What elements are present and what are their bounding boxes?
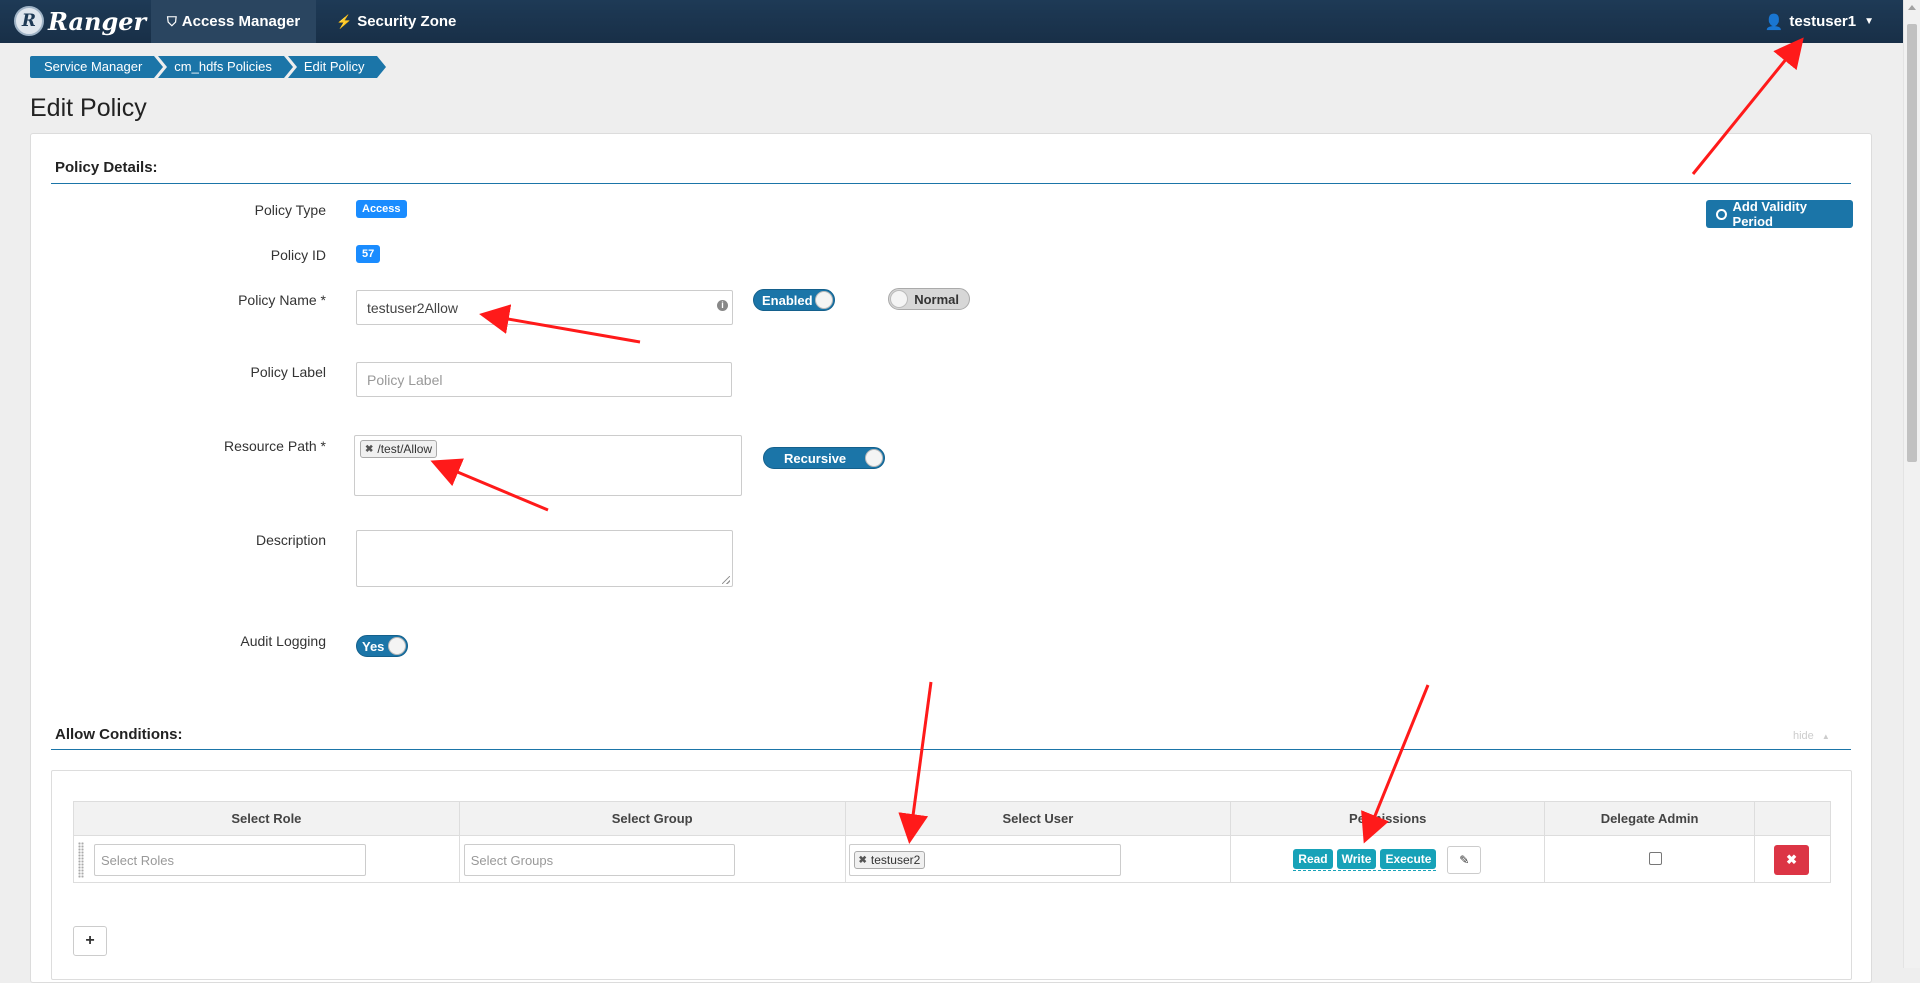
enabled-toggle[interactable]: Enabled (753, 289, 835, 311)
breadcrumb-edit-policy: Edit Policy (287, 56, 386, 78)
policy-type-label: Policy Type (254, 202, 326, 218)
delegate-admin-checkbox[interactable] (1649, 852, 1663, 865)
resource-path-label: Resource Path * (224, 438, 326, 454)
user-chip: ✖ testuser2 (853, 851, 926, 869)
description-textarea[interactable] (356, 530, 733, 587)
remove-chip-icon[interactable]: ✖ (859, 855, 867, 866)
policy-type-badge: Access (356, 200, 407, 218)
tab-security-zone-label: Security Zone (357, 13, 457, 30)
toggle-knob (388, 637, 406, 655)
ranger-logo-icon: R (14, 6, 44, 36)
toggle-knob (815, 291, 833, 309)
section-divider (51, 183, 1851, 184)
user-chip-label: testuser2 (870, 853, 921, 867)
chevron-down-icon: ▼ (1864, 16, 1874, 27)
close-icon: ✖ (1786, 852, 1797, 867)
allow-conditions-title: Allow Conditions: (55, 726, 183, 743)
policy-label-label: Policy Label (250, 364, 327, 380)
permission-write: Write (1336, 849, 1377, 869)
audit-logging-label: Audit Logging (240, 633, 326, 649)
resource-path-chip-label: /test/Allow (377, 442, 433, 456)
pencil-icon: ✎ (1459, 853, 1470, 867)
policy-name-value: testuser2Allow (367, 299, 459, 316)
table-header-row: Select Role Select Group Select User Per… (73, 801, 1831, 836)
column-header-select-user: Select User (844, 801, 1232, 836)
scrollbar-thumb[interactable] (1907, 24, 1917, 462)
policy-label-placeholder: Policy Label (367, 371, 443, 388)
recursive-toggle-label: Recursive (784, 450, 847, 466)
policy-id-label: Policy ID (270, 247, 326, 263)
recursive-toggle[interactable]: Recursive (763, 447, 885, 469)
user-icon: 👤 (1764, 13, 1784, 31)
add-validity-period-button[interactable]: Add Validity Period (1706, 199, 1853, 229)
audit-logging-toggle-label: Yes (362, 638, 385, 654)
breadcrumb-service-manager[interactable]: Service Manager (30, 56, 164, 78)
allow-conditions-table: Select Role Select Group Select User Per… (73, 801, 1831, 883)
cell-delegate-admin (1544, 835, 1756, 883)
scroll-up-icon[interactable] (1908, 5, 1916, 10)
policy-name-label: Policy Name * (238, 292, 326, 308)
plus-icon: + (85, 932, 95, 949)
enabled-toggle-label: Enabled (762, 292, 813, 308)
delete-row-button[interactable]: ✖ (1774, 845, 1810, 875)
edit-permissions-button[interactable]: ✎ (1447, 846, 1482, 874)
description-label: Description (255, 532, 326, 548)
policy-id-badge: 57 (356, 245, 381, 263)
select-roles-input[interactable]: Select Roles (94, 844, 366, 876)
cell-permissions: Read Write Execute ✎ (1230, 835, 1546, 883)
cell-select-user: ✖ testuser2 (844, 835, 1232, 883)
breadcrumb-cm-hdfs-policies[interactable]: cm_hdfs Policies (158, 56, 293, 78)
column-header-select-group: Select Group (458, 801, 846, 836)
cell-actions: ✖ (1754, 835, 1831, 883)
add-condition-button[interactable]: + (73, 926, 107, 956)
resource-path-chip: ✖ /test/Allow (360, 440, 438, 458)
add-validity-label: Add Validity Period (1732, 199, 1807, 229)
permission-execute: Execute (1380, 849, 1437, 869)
policy-details-title: Policy Details: (55, 159, 158, 176)
remove-chip-icon[interactable]: ✖ (365, 444, 373, 455)
clock-icon (1716, 208, 1727, 220)
normal-toggle-label: Normal (914, 291, 959, 307)
top-navbar: R Ranger ⛉ Access Manager ⚡ Security Zon… (0, 0, 1920, 43)
brand[interactable]: R Ranger (14, 6, 146, 36)
user-name: testuser1 (1789, 13, 1857, 30)
policy-name-input[interactable]: testuser2Allow i (356, 290, 733, 325)
tab-security-zone[interactable]: ⚡ Security Zone (320, 0, 472, 43)
hide-link[interactable]: hide ▲ (1793, 730, 1830, 742)
permissions-list[interactable]: Read Write Execute (1293, 849, 1437, 871)
column-header-select-role: Select Role (73, 801, 460, 836)
breadcrumb: Service Manager cm_hdfs Policies Edit Po… (30, 56, 386, 78)
tab-access-manager-label: Access Manager (181, 13, 301, 30)
select-groups-input[interactable]: Select Groups (463, 844, 735, 876)
select-roles-placeholder: Select Roles (101, 852, 174, 868)
table-row: Select Roles Select Groups ✖ testuser2 R… (73, 835, 1831, 883)
vertical-scrollbar[interactable] (1903, 0, 1920, 968)
bolt-icon: ⚡ (336, 13, 353, 29)
column-header-permissions: Permissions (1230, 801, 1546, 836)
permission-read: Read (1293, 849, 1333, 869)
drag-handle-icon[interactable] (78, 842, 84, 878)
select-users-input[interactable]: ✖ testuser2 (848, 844, 1121, 876)
page-title: Edit Policy (30, 94, 147, 122)
policy-label-input[interactable]: Policy Label (356, 362, 732, 397)
resize-grip-icon[interactable] (722, 576, 730, 584)
cell-select-group: Select Groups (458, 835, 846, 883)
toggle-knob (890, 290, 908, 308)
chevron-up-icon: ▲ (1821, 732, 1830, 741)
toggle-knob (865, 449, 883, 467)
cell-select-role: Select Roles (73, 835, 460, 883)
column-header-actions (1754, 801, 1831, 836)
tab-access-manager[interactable]: ⛉ Access Manager (151, 0, 317, 43)
select-groups-placeholder: Select Groups (470, 852, 554, 868)
brand-name: Ranger (48, 6, 147, 36)
info-icon: i (717, 300, 728, 311)
normal-toggle[interactable]: Normal (888, 288, 970, 310)
section-divider (51, 749, 1851, 750)
column-header-delegate-admin: Delegate Admin (1544, 801, 1756, 836)
user-menu[interactable]: 👤 testuser1 ▼ (1765, 0, 1874, 43)
shield-icon: ⛉ (167, 13, 177, 29)
hide-link-label: hide (1793, 730, 1814, 742)
audit-logging-toggle[interactable]: Yes (356, 635, 408, 657)
